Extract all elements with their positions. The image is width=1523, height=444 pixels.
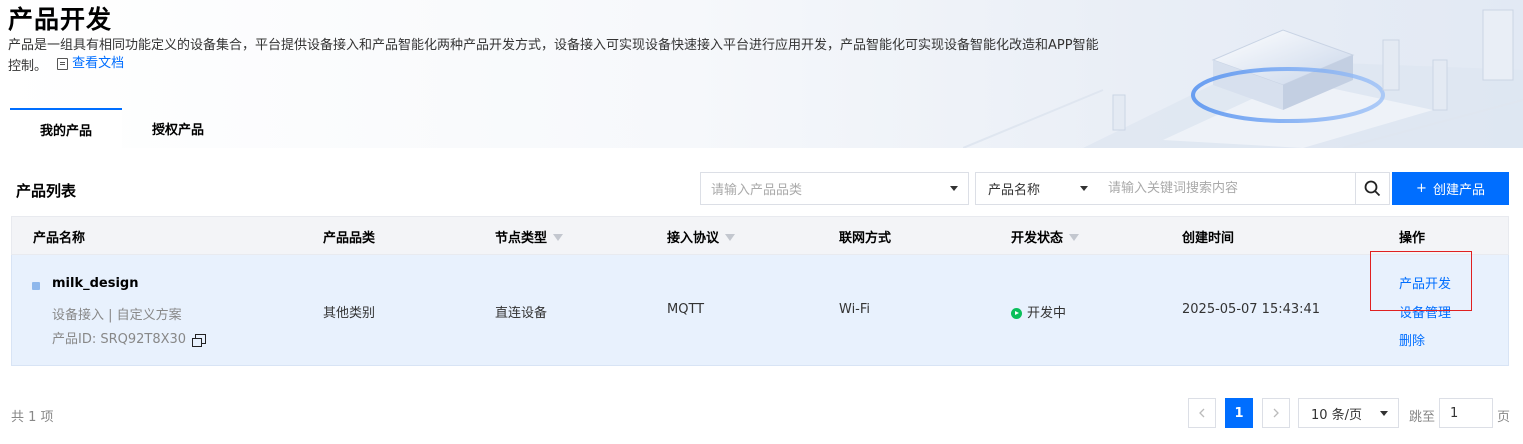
chevron-left-icon xyxy=(1199,408,1205,418)
tab-my-products[interactable]: 我的产品 xyxy=(10,108,123,148)
page-title: 产品开发 xyxy=(8,5,113,34)
search-icon xyxy=(1364,180,1381,197)
column-header: 接入协议 xyxy=(667,217,736,256)
keyword-search-input[interactable] xyxy=(1098,172,1356,205)
description-text: 产品是一组具有相同功能定义的设备集合，平台提供设备接入和产品智能化两种产品开发方… xyxy=(8,38,1099,74)
jump-label: 跳至 xyxy=(1409,410,1436,425)
header-banner: 产品开发 产品是一组具有相同功能定义的设备集合，平台提供设备接入和产品智能化两种… xyxy=(0,0,1523,148)
search-field-value: 产品名称 xyxy=(988,183,1041,198)
total-count: 共 1 项 xyxy=(11,410,54,425)
category-placeholder: 请输入产品品类 xyxy=(711,183,803,198)
copy-icon[interactable] xyxy=(192,333,207,347)
product-id-text: 产品ID: SRQ92T8X30 xyxy=(52,332,187,347)
delete-link[interactable]: 删除 xyxy=(1399,330,1425,349)
search-button[interactable] xyxy=(1355,172,1390,205)
column-header: 节点类型 xyxy=(495,217,564,256)
jump-page-input[interactable] xyxy=(1439,398,1493,428)
node-type: 直连设备 xyxy=(495,306,548,321)
product-table: 产品名称 产品品类 节点类型 接入协议 联网方式 开发状态 创建时间 操作 mi… xyxy=(11,216,1509,366)
column-header: 开发状态 xyxy=(1011,217,1080,256)
status-play-icon xyxy=(1011,308,1022,319)
column-header: 联网方式 xyxy=(839,231,892,246)
chevron-down-icon xyxy=(1080,186,1088,191)
tab-authorized-products[interactable]: 授权产品 xyxy=(122,108,234,148)
table-row: milk_design 设备接入 | 自定义方案 产品ID: SRQ92T8X3… xyxy=(11,255,1509,366)
highlight-annotation xyxy=(1370,251,1472,311)
column-header: 产品名称 xyxy=(33,231,86,246)
page-suffix: 页 xyxy=(1497,410,1511,425)
filter-icon[interactable] xyxy=(1069,234,1080,241)
filter-icon[interactable] xyxy=(553,234,564,241)
prev-page-button[interactable] xyxy=(1188,398,1216,428)
product-category: 其他类别 xyxy=(323,306,376,321)
product-icon xyxy=(32,282,40,290)
product-name[interactable]: milk_design xyxy=(52,276,138,291)
created-time: 2025-05-07 15:43:41 xyxy=(1182,302,1321,317)
access-info: 设备接入 | 自定义方案 xyxy=(52,308,182,323)
product-id: 产品ID: SRQ92T8X30 xyxy=(52,328,207,347)
chevron-right-icon xyxy=(1273,408,1279,418)
document-icon xyxy=(57,58,69,70)
category-select[interactable]: 请输入产品品类 xyxy=(700,172,969,205)
section-title: 产品列表 xyxy=(16,182,77,200)
view-docs-label: 查看文档 xyxy=(72,56,125,71)
access-protocol: MQTT xyxy=(667,302,705,317)
product-tabs: 我的产品 授权产品 xyxy=(10,108,234,148)
dev-status-text: 开发中 xyxy=(1027,306,1067,321)
network-method: Wi-Fi xyxy=(839,302,871,317)
create-product-label: 创建产品 xyxy=(1432,183,1485,198)
create-product-button[interactable]: + 创建产品 xyxy=(1392,172,1509,205)
page-size-select[interactable]: 10 条/页 xyxy=(1298,398,1399,428)
dev-status: 开发中 xyxy=(1011,302,1066,321)
table-header: 产品名称 产品品类 节点类型 接入协议 联网方式 开发状态 创建时间 操作 xyxy=(11,216,1509,255)
view-docs-link[interactable]: 查看文档 xyxy=(51,55,124,73)
filter-icon[interactable] xyxy=(725,234,736,241)
search-field-select[interactable]: 产品名称 xyxy=(975,172,1099,205)
column-header: 产品品类 xyxy=(323,231,376,246)
chevron-down-icon xyxy=(1380,411,1388,416)
page-number-button[interactable]: 1 xyxy=(1225,398,1253,428)
page-size-value: 10 条/页 xyxy=(1311,407,1363,423)
chevron-down-icon xyxy=(950,186,958,191)
page-description: 产品是一组具有相同功能定义的设备集合，平台提供设备接入和产品智能化两种产品开发方… xyxy=(8,37,1108,76)
next-page-button[interactable] xyxy=(1262,398,1290,428)
column-header: 创建时间 xyxy=(1182,231,1235,246)
plus-icon: + xyxy=(1416,181,1427,196)
